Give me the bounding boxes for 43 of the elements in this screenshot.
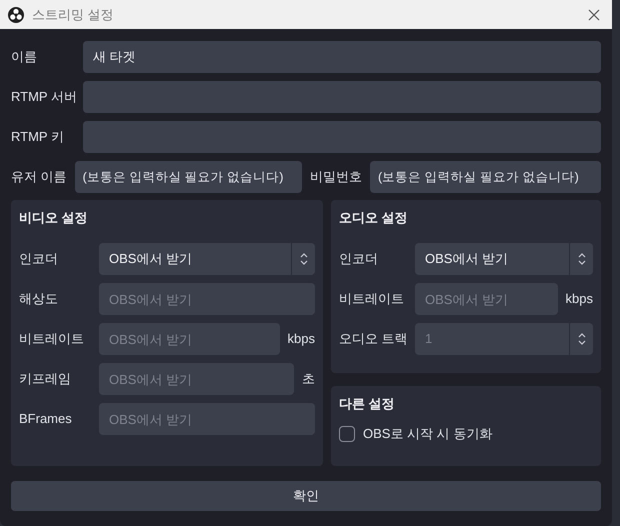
field-label: 비트레이트	[339, 290, 405, 308]
field-label: 인코더	[339, 250, 379, 268]
dropdown[interactable]: OBS에서 받기	[415, 243, 593, 275]
field-label: RTMP 키	[11, 128, 65, 146]
chevron-updown-icon	[578, 332, 586, 346]
input-field[interactable]	[83, 121, 601, 153]
input-field[interactable]: OBS에서 받기	[415, 283, 558, 315]
field-label: 비밀번호	[310, 168, 362, 186]
field-label: 이름	[11, 48, 38, 66]
field-label: 키프레임	[19, 370, 72, 388]
section-title: 다른 설정	[339, 395, 396, 413]
checkbox[interactable]	[339, 426, 355, 442]
field-label: 비트레이트	[19, 330, 85, 348]
field-label: RTMP 서버	[11, 88, 78, 106]
field-label: 해상도	[19, 290, 59, 308]
input-field[interactable]: OBS에서 받기	[99, 363, 294, 395]
unit-label: 초	[301, 370, 315, 388]
confirm-button[interactable]: 확인	[11, 481, 601, 511]
field-label: BFrames	[19, 410, 73, 428]
chevron-updown-icon	[300, 252, 308, 266]
app-logo-icon	[8, 6, 24, 22]
checkbox-label: OBS로 시작 시 동기화	[363, 425, 492, 444]
window-title: 스트리밍 설정	[32, 6, 114, 24]
dropdown-value: OBS에서 받기	[108, 250, 194, 268]
close-icon[interactable]	[588, 8, 600, 20]
chevron-updown-icon	[578, 252, 586, 266]
input-field[interactable]: OBS에서 받기	[99, 323, 280, 355]
dropdown[interactable]: OBS에서 받기	[99, 243, 315, 275]
section-title: 비디오 설정	[19, 209, 89, 227]
field-label: 오디오 트랙	[339, 330, 409, 348]
input-field[interactable]: (보통은 입력하실 필요가 없습니다)	[74, 161, 302, 193]
input-field[interactable]: OBS에서 받기	[99, 403, 315, 435]
input-field[interactable]: OBS에서 받기	[99, 283, 315, 315]
spin-value: 1	[424, 330, 434, 348]
field-label: 유저 이름	[11, 168, 67, 186]
unit-label: kbps	[564, 290, 593, 308]
unit-label: kbps	[286, 330, 315, 348]
input-field[interactable]: 새 타겟	[83, 41, 601, 73]
input-field[interactable]	[83, 81, 601, 113]
field-label: 인코더	[19, 250, 59, 268]
dropdown-value: OBS에서 받기	[424, 250, 510, 268]
input-field[interactable]: (보통은 입력하실 필요가 없습니다)	[370, 161, 601, 193]
section-title: 오디오 설정	[339, 209, 409, 227]
